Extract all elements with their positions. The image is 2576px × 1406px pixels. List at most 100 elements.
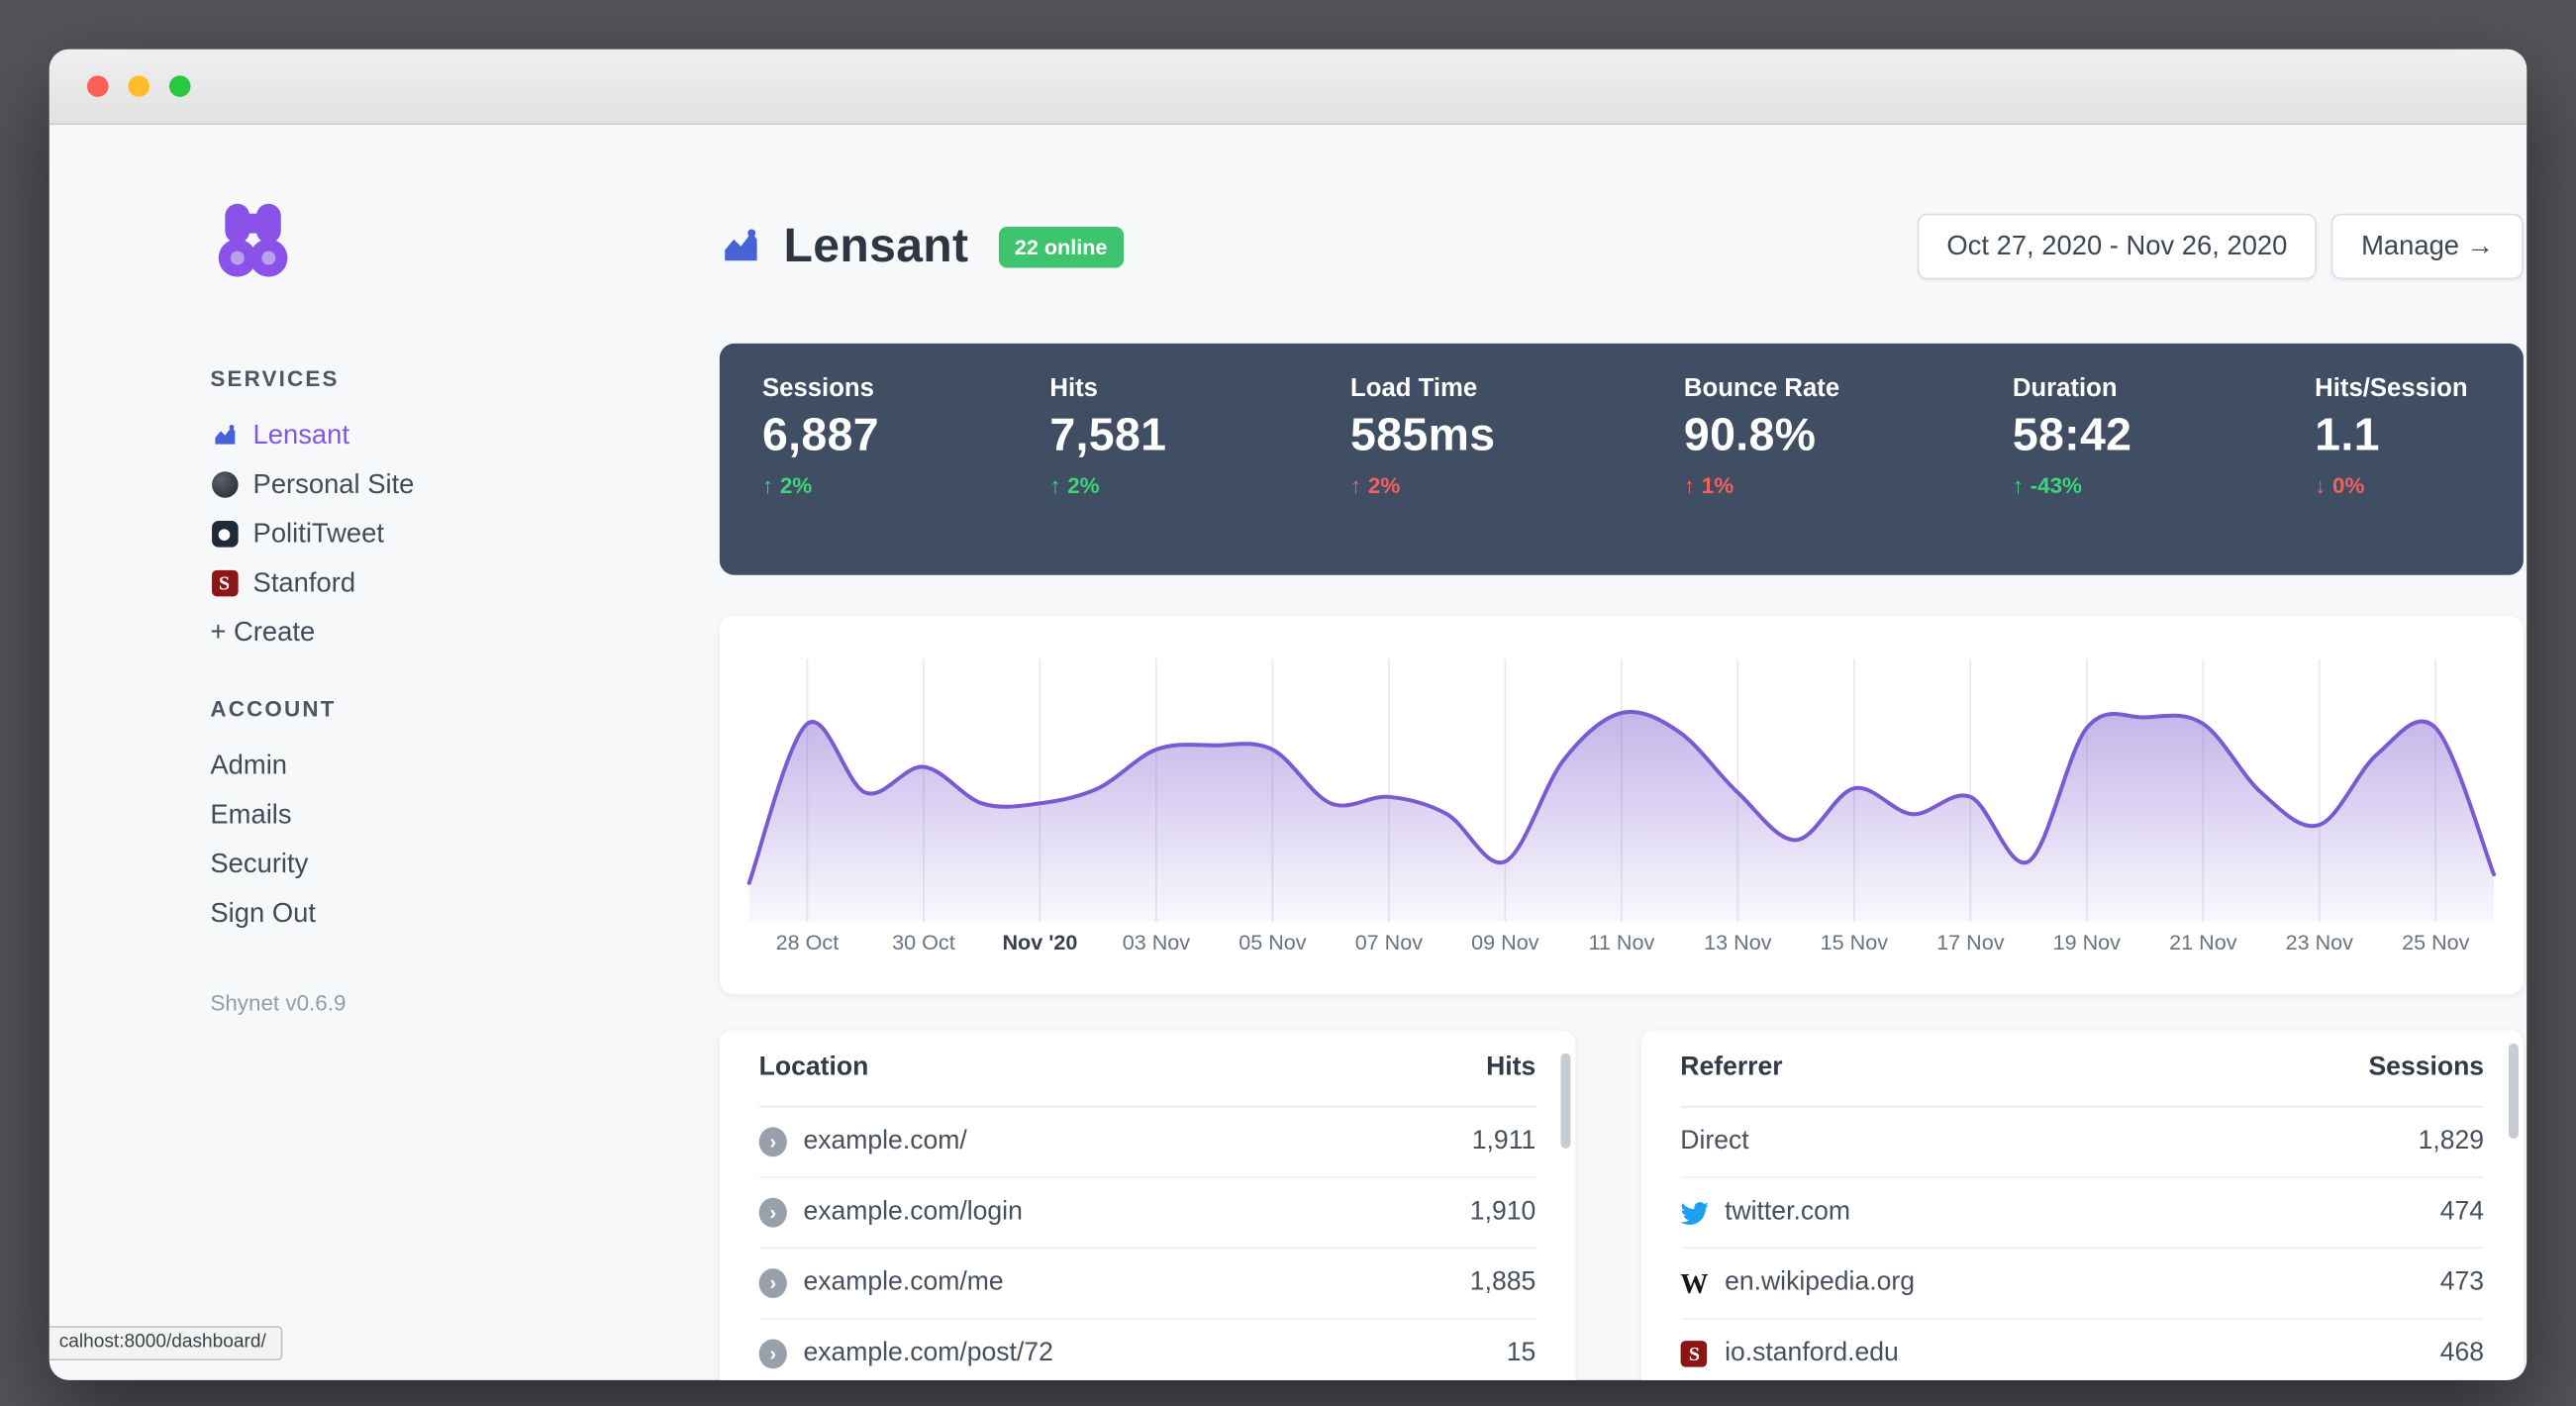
- x-tick-label: 19 Nov: [2052, 930, 2121, 955]
- table-row: S io.stanford.edu 468: [1680, 1320, 2484, 1380]
- account-heading: ACCOUNT: [210, 696, 337, 722]
- x-tick-label: 17 Nov: [1936, 930, 2005, 955]
- account-list: Admin Emails Security Sign Out: [210, 741, 670, 938]
- page-title: Lensant: [783, 219, 969, 272]
- stat-duration: Duration 58:42 ↑ -43%: [2013, 374, 2315, 574]
- lensant-favicon-icon: [210, 422, 238, 450]
- x-tick-label: 13 Nov: [1704, 930, 1772, 955]
- polititweet-favicon-icon: [210, 520, 238, 548]
- screenshot-root: SERVICES Lensant Personal Site PolitiTwe…: [0, 0, 2576, 1406]
- stat-load-time: Load Time 585ms ↑ 2%: [1350, 374, 1684, 574]
- page-content: SERVICES Lensant Personal Site PolitiTwe…: [50, 125, 2526, 1380]
- chevron-circle-icon: ›: [758, 1268, 787, 1298]
- x-tick-label: 23 Nov: [2285, 930, 2353, 955]
- stat-trend: ↑ 2%: [1049, 472, 1100, 498]
- sidebar-item-stanford[interactable]: S Stanford: [210, 558, 670, 608]
- x-tick-label: 15 Nov: [1820, 930, 1889, 955]
- table-row: W en.wikipedia.org 473: [1680, 1249, 2485, 1320]
- sidebar: SERVICES Lensant Personal Site PolitiTwe…: [50, 125, 670, 1380]
- referrers-table: Referrer Sessions Direct 1,829 twitter.c…: [1640, 1030, 2524, 1380]
- stat-trend: ↑ -43%: [2012, 472, 2082, 498]
- x-tick-label: Nov '20: [1002, 930, 1078, 955]
- x-tick-label: 05 Nov: [1238, 930, 1307, 955]
- sidebar-item-emails[interactable]: Emails: [210, 790, 670, 840]
- main-panel: Lensant 22 online Oct 27, 2020 - Nov 26,…: [719, 125, 2524, 1380]
- sidebar-item-label: PolitiTweet: [252, 518, 384, 549]
- chart-x-labels: 28 Oct 30 Oct Nov '20 03 Nov 05 Nov 07 Nov 09 …: [720, 930, 2524, 962]
- table-row[interactable]: › example.com/me 1,885: [758, 1249, 1536, 1320]
- x-tick-label: 30 Oct: [892, 930, 955, 955]
- sidebar-item-label: Stanford: [252, 567, 356, 598]
- chevron-circle-icon: ›: [758, 1339, 787, 1369]
- window-titlebar: [49, 49, 2527, 126]
- stat-hits: Hits 7,581 ↑ 2%: [1049, 374, 1350, 574]
- table-row[interactable]: › example.com/login 1,910: [758, 1178, 1536, 1250]
- table-row: Direct 1,829: [1680, 1107, 2485, 1178]
- sidebar-item-personal-site[interactable]: Personal Site: [210, 460, 670, 510]
- sidebar-item-label: Lensant: [252, 419, 349, 450]
- chevron-circle-icon: ›: [758, 1197, 787, 1228]
- minimize-window-button[interactable]: [128, 75, 150, 97]
- lensant-favicon-icon: [725, 229, 757, 261]
- sidebar-item-security[interactable]: Security: [210, 840, 670, 889]
- chevron-circle-icon: ›: [758, 1127, 787, 1157]
- table-header: Location Hits: [758, 1030, 1536, 1108]
- app-window: SERVICES Lensant Personal Site PolitiTwe…: [49, 49, 2527, 1380]
- personal-site-favicon-icon: [210, 470, 238, 498]
- x-tick-label: 09 Nov: [1471, 930, 1539, 955]
- x-tick-label: 11 Nov: [1588, 930, 1655, 955]
- stat-bounce-rate: Bounce Rate 90.8% ↑ 1%: [1684, 374, 2013, 574]
- close-window-button[interactable]: [86, 75, 109, 97]
- stanford-icon: S: [1680, 1340, 1708, 1367]
- column-header-sessions: Sessions: [2368, 1053, 2485, 1081]
- trend-arrow-icon: ↑: [2012, 472, 2025, 498]
- stat-trend: ↑ 2%: [1350, 472, 1401, 498]
- stat-sessions: Sessions 6,887 ↑ 2%: [762, 374, 1049, 574]
- scrollbar-thumb[interactable]: [1560, 1053, 1571, 1149]
- stat-hits-per-session: Hits/Session 1.1 ↓ 0%: [2315, 374, 2524, 574]
- scrollbar-thumb[interactable]: [2508, 1043, 2519, 1139]
- wikipedia-icon: W: [1680, 1267, 1709, 1299]
- trend-arrow-icon: ↑: [761, 472, 774, 498]
- stat-trend: ↑ 1%: [1683, 472, 1734, 498]
- app-version: Shynet v0.6.9: [210, 990, 347, 1016]
- manage-button[interactable]: Manage →: [2331, 213, 2524, 280]
- table-header: Referrer Sessions: [1680, 1030, 2485, 1108]
- x-tick-label: 03 Nov: [1122, 930, 1191, 955]
- stat-trend: ↑ 2%: [761, 472, 813, 498]
- trend-arrow-icon: ↑: [1683, 472, 1696, 498]
- bottom-tables: Location Hits › example.com/ 1,911 › exa…: [719, 1030, 2524, 1380]
- zoom-window-button[interactable]: [168, 75, 191, 97]
- x-tick-label: 28 Oct: [775, 930, 840, 955]
- table-row: twitter.com 474: [1680, 1178, 2485, 1250]
- table-row[interactable]: › example.com/ 1,911: [758, 1107, 1536, 1178]
- sidebar-item-label: + Create: [210, 617, 316, 647]
- traffic-lights: [86, 75, 191, 97]
- services-heading: SERVICES: [210, 366, 340, 391]
- stat-trend: ↓ 0%: [2315, 472, 2365, 498]
- stanford-favicon-icon: S: [210, 569, 238, 597]
- binoculars-logo-icon: [218, 203, 288, 277]
- date-range-button[interactable]: Oct 27, 2020 - Nov 26, 2020: [1917, 213, 2318, 280]
- status-url-tooltip: calhost:8000/dashboard/: [49, 1326, 283, 1361]
- sidebar-item-polititweet[interactable]: PolitiTweet: [210, 509, 670, 558]
- services-list: Lensant Personal Site PolitiTweet S Stan…: [210, 411, 670, 657]
- x-tick-label: 07 Nov: [1354, 930, 1424, 955]
- column-header-hits: Hits: [1486, 1053, 1536, 1081]
- table-row[interactable]: › example.com/post/72 15: [758, 1320, 1536, 1380]
- twitter-icon: [1680, 1199, 1709, 1227]
- sidebar-item-sign-out[interactable]: Sign Out: [210, 889, 670, 939]
- sidebar-item-lensant[interactable]: Lensant: [210, 411, 670, 460]
- online-badge: 22 online: [998, 226, 1124, 267]
- traffic-chart-card: 28 Oct 30 Oct Nov '20 03 Nov 05 Nov 07 Nov 09 …: [719, 616, 2524, 994]
- trend-arrow-icon: ↑: [1350, 472, 1362, 498]
- x-tick-label: 25 Nov: [2402, 930, 2470, 955]
- page-header: Lensant 22 online Oct 27, 2020 - Nov 26,…: [720, 213, 2524, 280]
- sidebar-item-create[interactable]: + Create: [210, 608, 670, 657]
- locations-table: Location Hits › example.com/ 1,911 › exa…: [719, 1030, 1576, 1380]
- trend-arrow-icon: ↓: [2315, 472, 2327, 498]
- sidebar-item-admin[interactable]: Admin: [210, 741, 670, 790]
- x-tick-label: 21 Nov: [2169, 930, 2237, 955]
- column-header-referrer: Referrer: [1680, 1053, 1783, 1081]
- sidebar-item-label: Personal Site: [252, 468, 415, 499]
